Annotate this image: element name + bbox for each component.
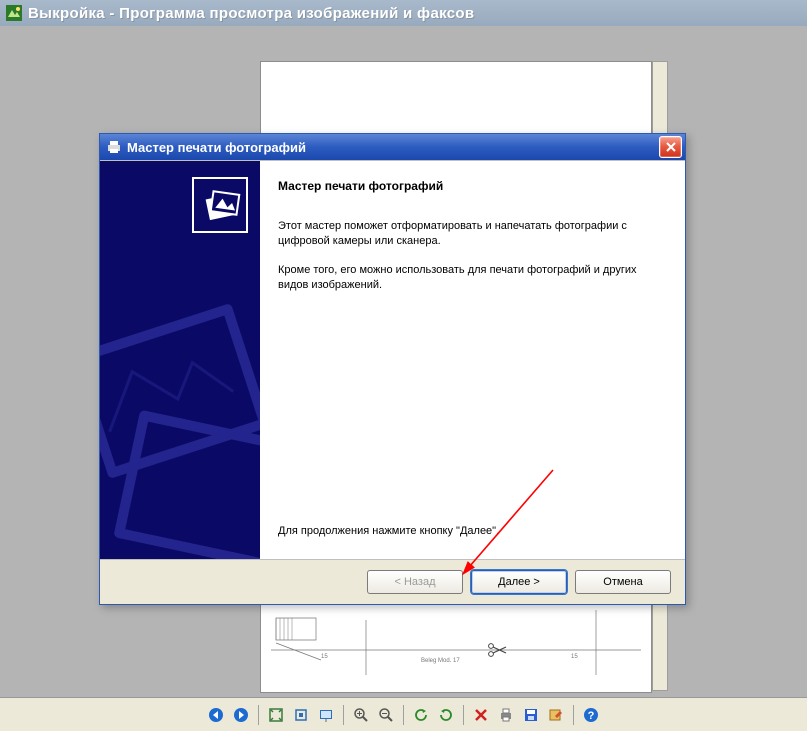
- svg-text:?: ?: [588, 710, 595, 722]
- main-window-title: Выкройка - Программа просмотра изображен…: [28, 5, 474, 22]
- toolbar-separator: [343, 705, 344, 725]
- save-button[interactable]: [520, 704, 542, 726]
- photos-icon: [192, 177, 248, 233]
- bottom-toolbar: ?: [0, 697, 807, 731]
- wizard-paragraph-1: Этот мастер поможет отформатировать и на…: [278, 219, 663, 249]
- back-button: < Назад: [367, 570, 463, 594]
- toolbar-separator: [403, 705, 404, 725]
- prev-image-button[interactable]: [205, 704, 227, 726]
- open-editor-button[interactable]: [545, 704, 567, 726]
- app-icon: [6, 5, 22, 21]
- toolbar-separator: [463, 705, 464, 725]
- rotate-ccw-button[interactable]: [410, 704, 432, 726]
- help-button[interactable]: ?: [580, 704, 602, 726]
- svg-text:15: 15: [571, 654, 578, 660]
- wizard-heading: Мастер печати фотографий: [278, 179, 663, 193]
- delete-button[interactable]: [470, 704, 492, 726]
- close-button[interactable]: [659, 136, 682, 158]
- print-button[interactable]: [495, 704, 517, 726]
- wizard-footer: < Назад Далее > Отмена: [100, 560, 685, 604]
- wizard-titlebar[interactable]: Мастер печати фотографий: [100, 134, 685, 160]
- wizard-title: Мастер печати фотографий: [127, 140, 659, 155]
- wizard-paragraph-2: Кроме того, его можно использовать для п…: [278, 263, 663, 293]
- next-button[interactable]: Далее >: [471, 570, 567, 594]
- wizard-continue-hint: Для продолжения нажмите кнопку "Далее".: [278, 524, 663, 539]
- wizard-body: Мастер печати фотографий Этот мастер пом…: [100, 160, 685, 560]
- main-window-titlebar: Выкройка - Программа просмотра изображен…: [0, 0, 807, 26]
- side-decoration: [100, 291, 260, 559]
- cancel-button[interactable]: Отмена: [575, 570, 671, 594]
- toolbar-separator: [573, 705, 574, 725]
- fit-window-button[interactable]: [265, 704, 287, 726]
- svg-text:15: 15: [321, 654, 328, 660]
- next-image-button[interactable]: [230, 704, 252, 726]
- actual-size-button[interactable]: [290, 704, 312, 726]
- zoom-out-button[interactable]: [375, 704, 397, 726]
- rotate-cw-button[interactable]: [435, 704, 457, 726]
- toolbar-separator: [258, 705, 259, 725]
- zoom-in-button[interactable]: [350, 704, 372, 726]
- print-wizard-dialog: Мастер печати фотографий: [99, 133, 686, 605]
- wizard-side-panel: [100, 161, 260, 559]
- slideshow-button[interactable]: [315, 704, 337, 726]
- wizard-content: Мастер печати фотографий Этот мастер пом…: [260, 161, 685, 559]
- pattern-label: Beleg Mod. 17: [421, 658, 460, 664]
- pattern-fragment: Beleg Mod. 17 15 15: [269, 610, 643, 680]
- wizard-title-icon: [106, 139, 122, 155]
